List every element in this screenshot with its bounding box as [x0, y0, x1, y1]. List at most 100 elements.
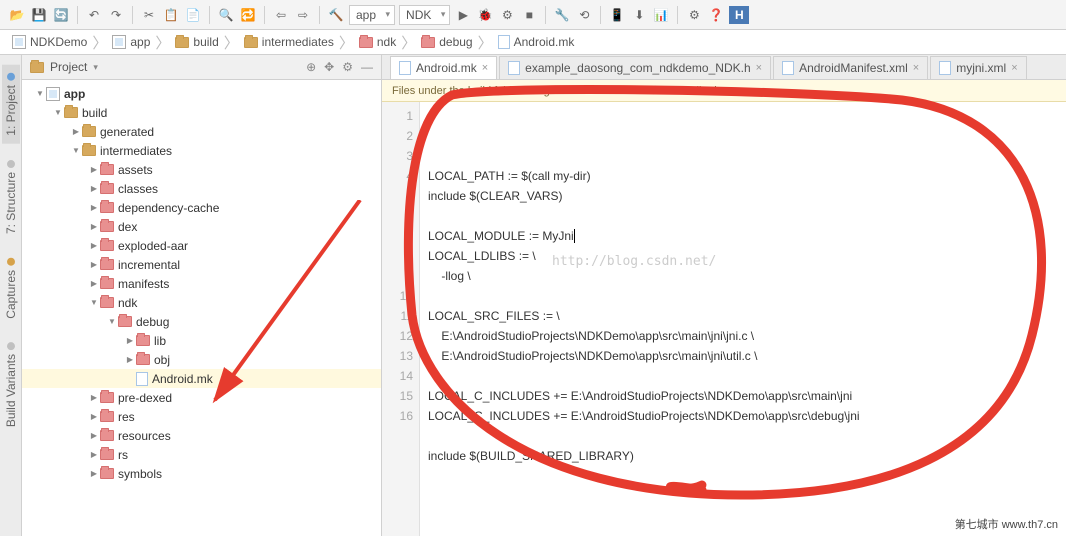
tree-arrow-icon[interactable] — [88, 240, 100, 251]
tree-item[interactable]: classes — [22, 179, 381, 198]
tree-item[interactable]: resources — [22, 426, 381, 445]
tree-item[interactable]: ndk — [22, 293, 381, 312]
paste-icon[interactable]: 📄 — [184, 6, 202, 24]
tree-arrow-icon[interactable] — [88, 468, 100, 479]
help-icon[interactable]: ❓ — [707, 6, 725, 24]
editor-tab[interactable]: AndroidManifest.xml× — [773, 56, 928, 79]
gradle-sync-icon[interactable]: ⟲ — [575, 6, 593, 24]
undo-icon[interactable]: ↶ — [85, 6, 103, 24]
find-icon[interactable]: 🔍 — [217, 6, 235, 24]
tree-arrow-icon[interactable] — [88, 449, 100, 460]
tree-arrow-icon[interactable] — [124, 354, 136, 365]
tree-item[interactable]: manifests — [22, 274, 381, 293]
breadcrumb-item[interactable]: app — [108, 35, 154, 49]
code-content[interactable]: http://blog.csdn.net/ LOCAL_PATH := $(ca… — [420, 102, 1066, 536]
redo-icon[interactable]: ↷ — [107, 6, 125, 24]
tree-item[interactable]: symbols — [22, 464, 381, 483]
code-line[interactable]: include $(CLEAR_VARS) — [428, 186, 1066, 206]
tree-arrow-icon[interactable] — [88, 202, 100, 213]
ndk-config-select[interactable]: NDK — [399, 5, 450, 25]
tree-arrow-icon[interactable] — [88, 411, 100, 422]
tree-item[interactable]: dex — [22, 217, 381, 236]
open-icon[interactable]: 📂 — [8, 6, 26, 24]
tree-item[interactable]: res — [22, 407, 381, 426]
tree-arrow-icon[interactable] — [88, 392, 100, 403]
code-line[interactable] — [428, 426, 1066, 446]
run-config-select[interactable]: app — [349, 5, 395, 25]
gear-icon[interactable]: ⚙ — [342, 60, 353, 74]
code-line[interactable]: include $(BUILD_SHARED_LIBRARY) — [428, 446, 1066, 466]
debug-icon[interactable]: 🐞 — [476, 6, 494, 24]
hide-icon[interactable]: — — [361, 60, 373, 74]
tool-tab[interactable]: 7: Structure — [2, 152, 20, 242]
tree-item[interactable]: lib — [22, 331, 381, 350]
settings-icon[interactable]: ⚙ — [685, 6, 703, 24]
monitor-icon[interactable]: 📊 — [652, 6, 670, 24]
attach-icon[interactable]: ⚙ — [498, 6, 516, 24]
code-line[interactable] — [428, 366, 1066, 386]
close-tab-icon[interactable]: × — [756, 62, 762, 74]
code-line[interactable]: LOCAL_PATH := $(call my-dir) — [428, 166, 1066, 186]
tree-arrow-icon[interactable] — [88, 183, 100, 194]
tree-arrow-icon[interactable] — [34, 88, 46, 99]
breadcrumb-item[interactable]: debug — [417, 35, 476, 49]
code-line[interactable]: LOCAL_C_INCLUDES += E:\AndroidStudioProj… — [428, 386, 1066, 406]
collapse-icon[interactable]: ⊕ — [306, 60, 316, 74]
tree-item[interactable]: debug — [22, 312, 381, 331]
tree-item[interactable]: incremental — [22, 255, 381, 274]
code-line[interactable]: LOCAL_MODULE := MyJni — [428, 226, 1066, 246]
tree-item[interactable]: assets — [22, 160, 381, 179]
tree-arrow-icon[interactable] — [88, 164, 100, 175]
tree-item[interactable]: exploded-aar — [22, 236, 381, 255]
tree-arrow-icon[interactable] — [70, 145, 82, 156]
forward-icon[interactable]: ⇨ — [294, 6, 312, 24]
breadcrumb-item[interactable]: build — [171, 35, 222, 49]
code-line[interactable] — [428, 466, 1066, 486]
run-icon[interactable]: ▶ — [454, 6, 472, 24]
close-tab-icon[interactable]: × — [1011, 62, 1017, 74]
editor-tab[interactable]: example_daosong_com_ndkdemo_NDK.h× — [499, 56, 771, 79]
code-line[interactable]: E:\AndroidStudioProjects\NDKDemo\app\src… — [428, 346, 1066, 366]
tree-item[interactable]: Android.mk — [22, 369, 381, 388]
editor-tab[interactable]: myjni.xml× — [930, 56, 1026, 79]
code-line[interactable]: LOCAL_C_INCLUDES += E:\AndroidStudioProj… — [428, 406, 1066, 426]
code-line[interactable]: LOCAL_SRC_FILES := \ — [428, 306, 1066, 326]
sync-icon[interactable]: 🔄 — [52, 6, 70, 24]
tree-arrow-icon[interactable] — [70, 126, 82, 137]
save-icon[interactable]: 💾 — [30, 6, 48, 24]
tree-item[interactable]: pre-dexed — [22, 388, 381, 407]
tree-item[interactable]: dependency-cache — [22, 198, 381, 217]
tool-tab[interactable]: 1: Project — [2, 65, 20, 144]
back-icon[interactable]: ⇦ — [272, 6, 290, 24]
h-icon[interactable]: H — [729, 6, 749, 24]
tree-item[interactable]: obj — [22, 350, 381, 369]
editor-tab[interactable]: Android.mk× — [390, 56, 497, 79]
tree-arrow-icon[interactable] — [88, 221, 100, 232]
tree-arrow-icon[interactable] — [88, 297, 100, 308]
breadcrumb-item[interactable]: intermediates — [240, 35, 338, 49]
tool-tab[interactable]: Captures — [2, 250, 20, 327]
code-editor[interactable]: 12345678910111213141516 http://blog.csdn… — [382, 102, 1066, 536]
tree-arrow-icon[interactable] — [52, 107, 64, 118]
tree-arrow-icon[interactable] — [88, 259, 100, 270]
close-tab-icon[interactable]: × — [482, 62, 488, 74]
tree-item[interactable]: app — [22, 84, 381, 103]
breadcrumb-item[interactable]: Android.mk — [494, 35, 579, 49]
tree-item[interactable]: intermediates — [22, 141, 381, 160]
code-line[interactable]: E:\AndroidStudioProjects\NDKDemo\app\src… — [428, 326, 1066, 346]
tool-tab[interactable]: Build Variants — [2, 334, 20, 435]
copy-icon[interactable]: 📋 — [162, 6, 180, 24]
wrench-icon[interactable]: 🔧 — [553, 6, 571, 24]
tree-arrow-icon[interactable] — [88, 430, 100, 441]
tree-item[interactable]: build — [22, 103, 381, 122]
sdk-icon[interactable]: ⬇ — [630, 6, 648, 24]
code-line[interactable]: -llog \ — [428, 266, 1066, 286]
replace-icon[interactable]: 🔁 — [239, 6, 257, 24]
tree-arrow-icon[interactable] — [88, 278, 100, 289]
build-icon[interactable]: 🔨 — [327, 6, 345, 24]
close-tab-icon[interactable]: × — [913, 62, 919, 74]
code-line[interactable] — [428, 286, 1066, 306]
tree-item[interactable]: generated — [22, 122, 381, 141]
stop-icon[interactable]: ■ — [520, 6, 538, 24]
cut-icon[interactable]: ✂ — [140, 6, 158, 24]
